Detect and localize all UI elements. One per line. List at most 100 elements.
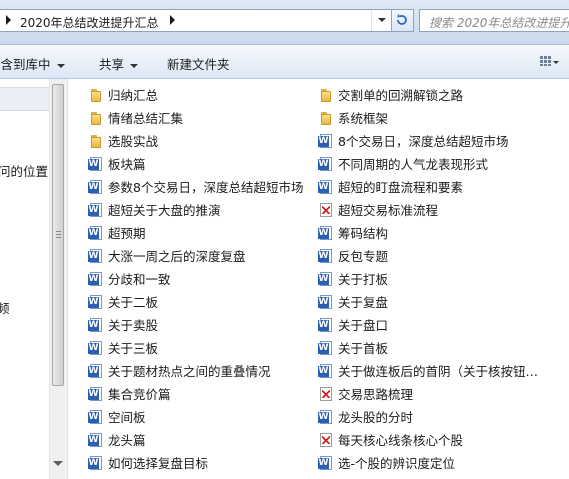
- word-document-icon: [318, 317, 334, 333]
- file-name: 归纳汇总: [108, 88, 159, 103]
- breadcrumb-current-folder[interactable]: 2020年总结改进提升汇总: [20, 14, 159, 31]
- file-item[interactable]: 分歧和一致: [88, 270, 308, 290]
- breadcrumb-arrow-icon[interactable]: [170, 15, 175, 25]
- file-item[interactable]: 关于卖股: [88, 316, 308, 336]
- include-in-library-label: 包含到库中: [0, 57, 51, 72]
- navigation-scroll-thumb[interactable]: [52, 84, 64, 386]
- nav-item-recent-places[interactable]: 问的位置: [0, 161, 48, 180]
- pdf-icon: [318, 386, 334, 402]
- file-item[interactable]: 空间板: [88, 408, 308, 428]
- file-item[interactable]: 龙头股的分时: [318, 408, 538, 428]
- file-item[interactable]: 集合竞价篇: [88, 385, 308, 405]
- new-folder-button[interactable]: 新建文件夹: [167, 54, 230, 72]
- file-name: 关于打板: [338, 272, 389, 287]
- file-item[interactable]: 关于题材热点之间的重叠情况: [88, 362, 308, 382]
- file-name: 大涨一周之后的深度复盘: [108, 249, 246, 264]
- folder-item[interactable]: 归纳汇总: [88, 86, 308, 106]
- word-document-icon: [88, 317, 104, 333]
- file-name: 参数8个交易日，深度总结超短市场: [108, 180, 304, 195]
- share-label: 共享: [99, 57, 125, 72]
- file-item[interactable]: 关于复盘: [318, 293, 538, 313]
- address-box[interactable]: 2020年总结改进提升汇总: [0, 9, 392, 32]
- file-name: 8个交易日，深度总结超短市场: [338, 134, 509, 149]
- file-name: 反包专题: [338, 249, 389, 264]
- address-bar: 2020年总结改进提升汇总 搜索 2020年总结改进提升汇总: [0, 0, 569, 45]
- chevron-down-icon: [56, 63, 65, 68]
- folder-item[interactable]: 选股实战: [88, 132, 308, 152]
- word-document-icon: [88, 202, 104, 218]
- file-item[interactable]: 超预期: [88, 224, 308, 244]
- navigation-scrollbar[interactable]: [49, 79, 68, 479]
- word-document-icon: [88, 271, 104, 287]
- file-name: 系统框架: [338, 111, 389, 126]
- file-item[interactable]: 超短交易标准流程: [318, 201, 538, 221]
- new-folder-label: 新建文件夹: [167, 57, 230, 72]
- nav-selected-item[interactable]: [0, 87, 49, 111]
- scroll-down-arrow-icon[interactable]: [53, 461, 63, 466]
- file-name: 龙头股的分时: [338, 410, 414, 425]
- refresh-button[interactable]: [392, 9, 414, 32]
- file-item[interactable]: 关于盘口: [318, 316, 538, 336]
- change-view-button[interactable]: [538, 53, 560, 71]
- word-document-icon: [318, 409, 334, 425]
- file-name: 选-个股的辨识度定位: [338, 456, 456, 471]
- search-input[interactable]: 搜索 2020年总结改进提升汇总: [419, 9, 569, 32]
- file-name: 分歧和一致: [108, 272, 171, 287]
- breadcrumb-arrow-icon[interactable]: [6, 15, 11, 25]
- address-history-dropdown[interactable]: [371, 10, 392, 31]
- folder-item[interactable]: 情绪总结汇集: [88, 109, 308, 129]
- file-name: 情绪总结汇集: [108, 111, 184, 126]
- file-item[interactable]: 关于首板: [318, 339, 538, 359]
- file-item[interactable]: 如何选择复盘目标: [88, 454, 308, 474]
- file-item[interactable]: 反包专题: [318, 247, 538, 267]
- file-item[interactable]: 龙头篇: [88, 431, 308, 451]
- word-document-icon: [318, 294, 334, 310]
- word-document-icon: [88, 225, 104, 241]
- word-document-icon: [318, 455, 334, 471]
- file-item[interactable]: 不同周期的人气龙表现形式: [318, 155, 538, 175]
- word-document-icon: [318, 340, 334, 356]
- word-document-icon: [318, 271, 334, 287]
- word-document-icon: [88, 455, 104, 471]
- file-item[interactable]: 交易思路梳理: [318, 385, 538, 405]
- file-item[interactable]: 参数8个交易日，深度总结超短市场: [88, 178, 308, 198]
- word-document-icon: [318, 156, 334, 172]
- chevron-down-icon: [130, 63, 139, 68]
- file-item[interactable]: 选-个股的辨识度定位: [318, 454, 538, 474]
- file-name: 超短的盯盘流程和要素: [338, 180, 464, 195]
- file-name: 交割单的回溯解锁之路: [338, 88, 464, 103]
- file-name: 每天核心线条核心个股: [338, 433, 464, 448]
- file-item[interactable]: 大涨一周之后的深度复盘: [88, 247, 308, 267]
- file-list: 归纳汇总情绪总结汇集选股实战板块篇参数8个交易日，深度总结超短市场超短关于大盘的…: [68, 79, 569, 479]
- navigation-pane: 问的位置 频: [0, 79, 50, 479]
- file-item[interactable]: 关于做连板后的首阴（关于核按钮和…: [318, 362, 538, 382]
- file-item[interactable]: 超短关于大盘的推演: [88, 201, 308, 221]
- word-document-icon: [88, 386, 104, 402]
- file-name: 超短交易标准流程: [338, 203, 439, 218]
- folder-icon: [88, 110, 104, 126]
- file-item[interactable]: 关于三板: [88, 339, 308, 359]
- file-name: 龙头篇: [108, 433, 146, 448]
- file-item[interactable]: 每天核心线条核心个股: [318, 431, 538, 451]
- file-name: 关于三板: [108, 341, 159, 356]
- file-item[interactable]: 8个交易日，深度总结超短市场: [318, 132, 538, 152]
- file-item[interactable]: 筹码结构: [318, 224, 538, 244]
- file-name: 筹码结构: [338, 226, 389, 241]
- file-item[interactable]: 板块篇: [88, 155, 308, 175]
- file-name: 超短关于大盘的推演: [108, 203, 221, 218]
- word-document-icon: [318, 363, 334, 379]
- file-item[interactable]: 关于打板: [318, 270, 538, 290]
- share-button[interactable]: 共享: [99, 54, 139, 72]
- folder-item[interactable]: 交割单的回溯解锁之路: [318, 86, 538, 106]
- word-document-icon: [88, 156, 104, 172]
- word-document-icon: [88, 340, 104, 356]
- file-item[interactable]: 超短的盯盘流程和要素: [318, 178, 538, 198]
- word-document-icon: [88, 363, 104, 379]
- word-document-icon: [88, 432, 104, 448]
- folder-icon: [88, 133, 104, 149]
- file-item[interactable]: 关于二板: [88, 293, 308, 313]
- refresh-icon: [397, 14, 407, 25]
- nav-item-videos[interactable]: 频: [0, 298, 10, 317]
- include-in-library-button[interactable]: 包含到库中: [0, 54, 65, 72]
- folder-item[interactable]: 系统框架: [318, 109, 538, 129]
